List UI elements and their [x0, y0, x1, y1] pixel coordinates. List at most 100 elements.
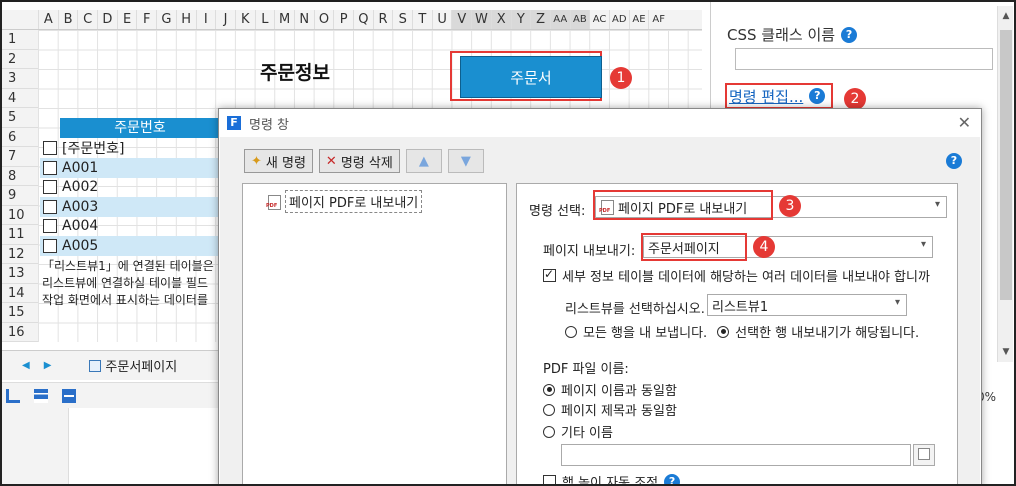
row-header[interactable]: 6 — [2, 127, 38, 147]
scroll-thumb[interactable] — [1000, 30, 1012, 300]
list-item[interactable]: 페이지 PDF로 내보내기 — [266, 190, 423, 213]
table-row[interactable]: A001 — [40, 158, 220, 178]
scroll-up-icon[interactable]: ▲ — [998, 8, 1014, 24]
layout-icon[interactable] — [6, 388, 20, 403]
row-header[interactable]: 5 — [2, 108, 38, 128]
column-header[interactable]: L — [254, 10, 275, 29]
table-row[interactable]: A003 — [40, 197, 220, 217]
same-page-name-radio[interactable] — [543, 383, 555, 396]
row-height-auto-checkbox[interactable] — [543, 475, 556, 484]
column-header[interactable]: P — [333, 10, 353, 29]
all-rows-radio[interactable] — [565, 325, 577, 338]
table-row[interactable]: [주문번호] — [40, 138, 220, 158]
column-header[interactable]: F — [136, 10, 156, 29]
column-header[interactable]: K — [234, 10, 255, 29]
row-header[interactable]: 3 — [2, 69, 38, 89]
new-command-button[interactable]: ✦ 새 명령 — [244, 149, 313, 173]
help-icon[interactable]: ? — [664, 473, 681, 484]
column-header[interactable]: B — [57, 10, 78, 29]
row-header[interactable]: 10 — [2, 205, 38, 225]
tab-scroll-left-icon[interactable]: ◀ — [22, 360, 30, 371]
column-header[interactable]: G — [156, 10, 176, 29]
help-icon[interactable]: ? — [841, 26, 858, 43]
table-row[interactable]: A004 — [40, 216, 220, 236]
help-icon[interactable]: ? — [809, 88, 826, 104]
close-icon[interactable]: ✕ — [958, 113, 971, 132]
pdf-name-option-title[interactable]: 페이지 제목과 동일함 — [543, 400, 677, 419]
row-header[interactable]: 11 — [2, 225, 38, 245]
row-header[interactable]: 15 — [2, 303, 38, 323]
column-header[interactable]: AF — [648, 10, 668, 29]
move-up-button[interactable]: ▲ — [405, 149, 442, 173]
scroll-down-icon[interactable]: ▼ — [998, 344, 1014, 360]
row-checkbox[interactable] — [43, 160, 57, 175]
column-header[interactable]: D — [97, 10, 117, 29]
delete-command-button[interactable]: ✕ 명령 삭제 — [318, 149, 400, 173]
tab-scroll-right-icon[interactable]: ▶ — [44, 360, 52, 371]
column-header[interactable]: AE — [628, 10, 649, 29]
row-header[interactable]: 12 — [2, 244, 38, 264]
command-edit-link[interactable]: 명령 편집... — [729, 86, 803, 107]
detail-data-checkbox[interactable] — [543, 267, 556, 282]
row-header[interactable]: 4 — [2, 88, 38, 108]
row-checkbox[interactable] — [43, 179, 57, 194]
column-header[interactable]: Y — [510, 10, 531, 29]
column-header[interactable]: U — [431, 10, 452, 29]
row-header[interactable]: 9 — [2, 186, 38, 206]
column-header[interactable]: X — [490, 10, 511, 29]
dialog-help[interactable]: ? — [946, 153, 962, 169]
other-name-radio[interactable] — [543, 425, 555, 438]
column-header[interactable]: E — [116, 10, 137, 29]
panel-scrollbar[interactable]: ▲ ▼ — [997, 6, 1013, 362]
row-checkbox[interactable] — [43, 199, 57, 214]
same-page-title-radio[interactable] — [543, 403, 555, 416]
column-header[interactable]: M — [274, 10, 294, 29]
row-checkbox[interactable] — [43, 140, 57, 155]
column-header[interactable]: R — [372, 10, 393, 29]
row-header[interactable]: 8 — [2, 166, 38, 186]
column-header[interactable]: AB — [569, 10, 590, 29]
row-height-auto-option[interactable]: 행 높이 자동 조정 ? — [543, 472, 681, 484]
form-icon[interactable] — [34, 388, 48, 403]
column-header[interactable]: AC — [589, 10, 609, 29]
row-header[interactable]: 1 — [2, 30, 38, 50]
column-header[interactable]: I — [195, 10, 216, 29]
listview-select[interactable]: 리스트뷰1 ▾ — [707, 294, 907, 316]
tab-order-page[interactable]: 주문서페이지 — [89, 356, 177, 375]
help-icon[interactable]: ? — [946, 153, 962, 169]
column-header[interactable]: C — [77, 10, 97, 29]
table-row[interactable]: A005 — [40, 236, 220, 256]
column-header[interactable]: J — [215, 10, 235, 29]
column-header[interactable]: W — [471, 10, 491, 29]
formula-button[interactable] — [913, 444, 935, 466]
command-list[interactable]: 페이지 PDF로 내보내기 — [242, 183, 507, 484]
list-icon[interactable] — [62, 388, 76, 403]
move-down-button[interactable]: ▼ — [447, 149, 484, 173]
column-header[interactable]: O — [313, 10, 334, 29]
pdf-name-option-other[interactable]: 기타 이름 — [543, 422, 613, 441]
column-header[interactable]: N — [293, 10, 314, 29]
row-header[interactable]: 7 — [2, 147, 38, 167]
row-header[interactable]: 14 — [2, 283, 38, 303]
table-row[interactable]: A002 — [40, 177, 220, 197]
column-header[interactable]: Q — [353, 10, 373, 29]
detail-data-option[interactable]: 세부 정보 테이블 데이터에 해당하는 여러 데이터를 내보내야 합니까 — [543, 266, 930, 285]
row-checkbox[interactable] — [43, 218, 57, 233]
pdf-name-option-page[interactable]: 페이지 이름과 동일함 — [543, 380, 677, 399]
column-header[interactable]: Z — [530, 10, 550, 29]
other-name-input[interactable] — [561, 444, 911, 466]
row-checkbox[interactable] — [43, 238, 57, 253]
column-header[interactable]: T — [412, 10, 432, 29]
selected-rows-radio[interactable] — [717, 325, 730, 338]
column-header[interactable]: H — [175, 10, 196, 29]
row-header[interactable]: 2 — [2, 49, 38, 69]
row-header[interactable]: 13 — [2, 264, 38, 284]
column-header[interactable]: AD — [608, 10, 629, 29]
column-header[interactable]: S — [392, 10, 412, 29]
row-header[interactable]: 16 — [2, 322, 38, 342]
css-class-input[interactable] — [735, 48, 993, 70]
order-form-button[interactable]: 주문서 — [460, 56, 602, 98]
column-header[interactable]: A — [38, 10, 58, 29]
column-header[interactable]: V — [451, 10, 472, 29]
column-header[interactable]: AA — [549, 10, 570, 29]
